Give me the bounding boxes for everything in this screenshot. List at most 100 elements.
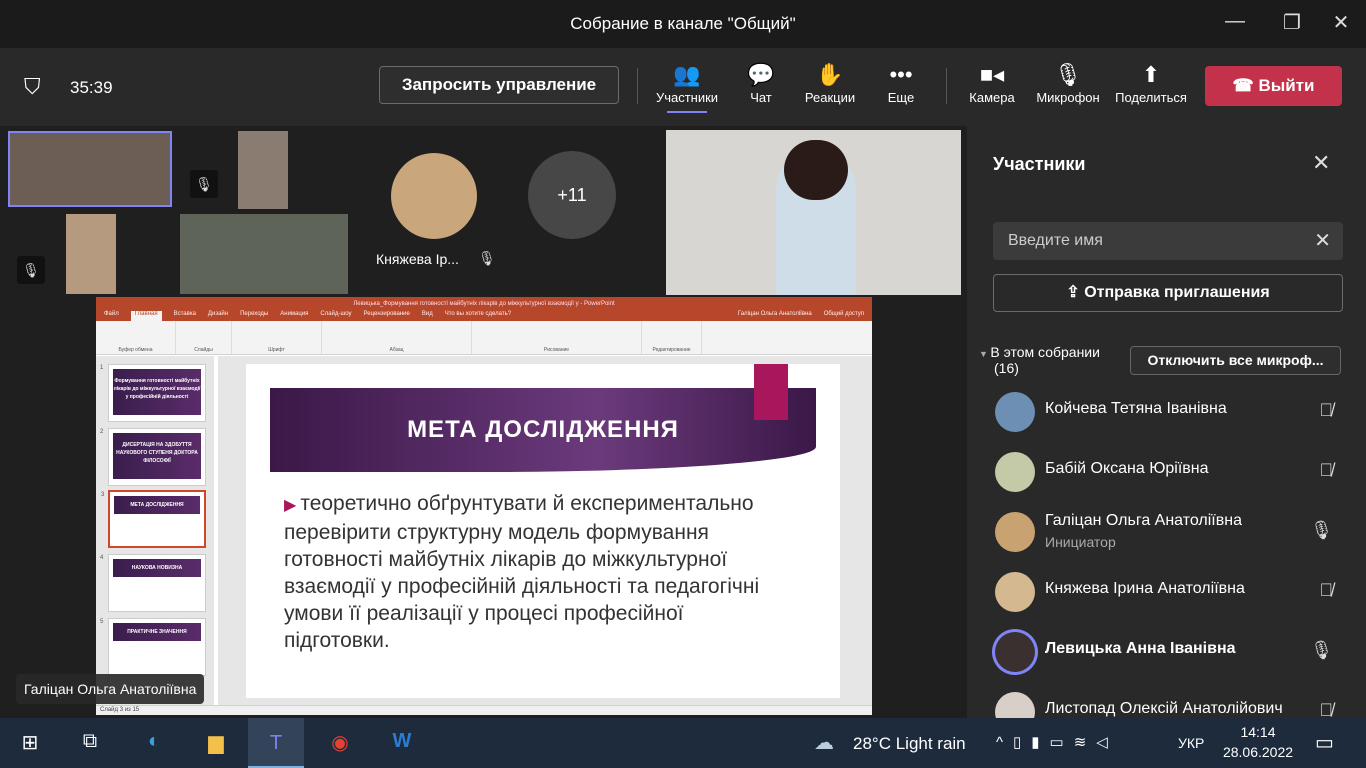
clock[interactable]: 14:14 28.06.2022 <box>1222 724 1294 760</box>
mic-off-icon: 🎙 <box>478 250 496 266</box>
section-toggle[interactable]: ▼ В этом собрании (16) <box>979 344 1100 376</box>
mic-off-icon: 🎙 <box>17 256 45 284</box>
participant-item[interactable]: Левицька Анна Іванівна 🎙 <box>993 628 1353 678</box>
ribbon-group-label: Рисование <box>543 347 570 353</box>
avatar <box>995 452 1035 492</box>
mic-off-icon: 🎙 <box>1054 62 1082 87</box>
ribbon-group-label: Абзац <box>389 347 404 353</box>
participant-item[interactable]: Галіцан Ольга Анатоліївна Инициатор 🎙 <box>993 508 1353 558</box>
slide: МЕТА ДОСЛІДЖЕННЯ ▶ теоретично обґрунтуват… <box>246 364 840 698</box>
mic-off-icon: 🎙̸ <box>1319 580 1334 600</box>
share-button[interactable]: ⬆ Поделиться <box>1112 60 1190 105</box>
microphone-button[interactable]: 🎙 Микрофон <box>1032 60 1104 105</box>
panel-title: Участники <box>993 154 1086 174</box>
teams-icon[interactable]: T <box>248 718 304 768</box>
role-label: Инициатор <box>1045 534 1116 550</box>
ppt-ribbon: Буфер обмена Слайды Шрифт Абзац Рисовани… <box>96 321 872 355</box>
more-button[interactable]: ••• Еще <box>880 60 922 105</box>
video-tile[interactable] <box>180 214 348 294</box>
title-bar: Собрание в канале "Общий" — ❐ ✕ <box>0 0 1366 48</box>
shield-icon: ⛉ <box>24 74 41 99</box>
overflow-participants[interactable]: +11 <box>528 151 616 239</box>
slide-thumb[interactable]: 5 ПРАКТИЧНЕ ЗНАЧЕННЯ <box>100 618 206 676</box>
slide-banner: МЕТА ДОСЛІДЖЕННЯ <box>270 388 816 472</box>
task-view-icon[interactable]: ⧉ <box>70 730 110 753</box>
ppt-tab[interactable]: Файл <box>104 311 119 321</box>
ribbon-group-label: Шрифт <box>268 347 285 353</box>
tray-icons[interactable]: ^▯▮▭≋◁ <box>996 733 1118 751</box>
ribbon-group-label: Редактирование <box>652 347 691 353</box>
reactions-label: Реакции <box>804 90 856 105</box>
ppt-tab[interactable]: Дизайн <box>208 311 228 321</box>
taskbar: ⊞ ⧉ ◐ ▆ T ◉ W ☁ 28°C Light rain ^▯▮▭≋◁ У… <box>0 718 1366 768</box>
meeting-timer: 35:39 <box>70 78 113 97</box>
slide-title: МЕТА ДОСЛІДЖЕННЯ <box>407 416 679 443</box>
slide-thumb-active[interactable]: 3 МЕТА ДОСЛІДЖЕННЯ <box>101 490 206 548</box>
video-tile[interactable] <box>66 214 116 294</box>
minimize-button[interactable]: — <box>1220 10 1250 38</box>
ribbon-group-label: Слайды <box>194 347 213 353</box>
phone-icon: ☎ <box>1232 76 1259 95</box>
ppt-tab[interactable]: Вид <box>422 311 433 321</box>
language-indicator[interactable]: УКР <box>1178 735 1204 751</box>
ppt-share[interactable]: Общий доступ <box>824 311 864 321</box>
maximize-button[interactable]: ❐ <box>1277 10 1307 38</box>
clear-icon[interactable]: ✕ <box>1314 228 1331 253</box>
close-panel-button[interactable]: ✕ <box>1312 150 1330 176</box>
slide-thumb[interactable]: 2 ДИСЕРТАЦІЯ НА ЗДОБУТТЯ НАУКОВОГО СТУПЕН… <box>100 428 206 486</box>
search-input[interactable]: Введите имя ✕ <box>993 222 1343 260</box>
file-explorer-icon[interactable]: ▆ <box>196 730 236 755</box>
camera-button[interactable]: ■◂ Камера <box>964 60 1020 105</box>
share-icon: ⬆ <box>1141 62 1161 87</box>
meeting-toolbar: ⛉ 35:39 Запросить управление 👥 Участники … <box>0 48 1366 126</box>
close-button[interactable]: ✕ <box>1326 10 1356 38</box>
participant-item[interactable]: Княжева Ірина Анатоліївна 🎙̸ <box>993 568 1353 618</box>
video-tile-speaker[interactable] <box>666 130 961 295</box>
mic-icon: 🎙 <box>1310 640 1333 660</box>
hand-icon: ✋ <box>816 62 844 87</box>
ppt-tab[interactable]: Анимация <box>280 311 308 321</box>
chat-button[interactable]: 💬 Чат <box>736 60 786 105</box>
ppt-tab[interactable]: Главная <box>130 311 162 321</box>
participants-panel: Участники ✕ Введите имя ✕ ⇪ Отправка при… <box>967 126 1366 732</box>
camera-label: Камера <box>969 90 1015 105</box>
mute-all-button[interactable]: Отключить все микроф... <box>1130 346 1341 375</box>
ppt-tab[interactable]: Слайд-шоу <box>320 311 351 321</box>
mic-off-icon: 🎙̸ <box>1319 460 1334 480</box>
weather-text[interactable]: 28°C Light rain <box>853 734 966 754</box>
shared-screen: Левицька_Формування готовності майбутніх… <box>96 297 872 715</box>
video-tile-self[interactable] <box>8 131 172 207</box>
ribbon-group-label: Буфер обмена <box>118 347 153 353</box>
mic-icon: 🎙 <box>1310 520 1333 540</box>
leave-label: Выйти <box>1258 76 1315 95</box>
video-tile[interactable] <box>238 131 288 209</box>
edge-icon[interactable]: ◐ <box>134 730 174 753</box>
ppt-tab[interactable]: Вставка <box>174 311 196 321</box>
chrome-icon[interactable]: ◉ <box>320 730 360 755</box>
participant-item[interactable]: Бабій Оксана Юріївна 🎙̸ <box>993 448 1353 498</box>
chat-label: Чат <box>750 90 772 105</box>
request-control-button[interactable]: Запросить управление <box>379 66 619 104</box>
chat-icon: 💬 <box>747 62 775 87</box>
ppt-user: Галіцан Ольга Анатоліївна <box>737 311 812 317</box>
ppt-tell-me[interactable]: Что вы хотите сделать? <box>445 311 511 321</box>
leave-button[interactable]: ☎ Выйти <box>1205 66 1342 106</box>
participant-count: (16) <box>994 360 1019 376</box>
participants-button[interactable]: 👥 Участники <box>652 60 722 113</box>
mic-off-icon: 🎙 <box>190 170 218 198</box>
notifications-icon[interactable]: ▭ <box>1315 730 1334 755</box>
word-icon[interactable]: W <box>382 730 422 753</box>
slide-thumb[interactable]: 4 НАУКОВА НОВИЗНА <box>100 554 206 612</box>
participant-name: Княжева Ір... <box>376 251 459 267</box>
weather-icon: ☁ <box>814 732 834 754</box>
windows-start-icon[interactable]: ⊞ <box>10 730 50 755</box>
invite-button[interactable]: ⇪ Отправка приглашения <box>993 274 1343 312</box>
reactions-button[interactable]: ✋ Реакции <box>800 60 860 105</box>
mic-label: Микрофон <box>1036 90 1100 105</box>
ppt-tab[interactable]: Переходы <box>240 311 268 321</box>
ppt-tab[interactable]: Рецензирование <box>364 311 410 321</box>
participant-item[interactable]: Койчева Тетяна Іванівна 🎙̸ <box>993 388 1353 438</box>
slide-thumb[interactable]: 1 Формування готовності майбутніх лікарів… <box>100 364 206 422</box>
more-icon: ••• <box>889 62 913 87</box>
search-placeholder: Введите имя <box>1008 232 1103 249</box>
